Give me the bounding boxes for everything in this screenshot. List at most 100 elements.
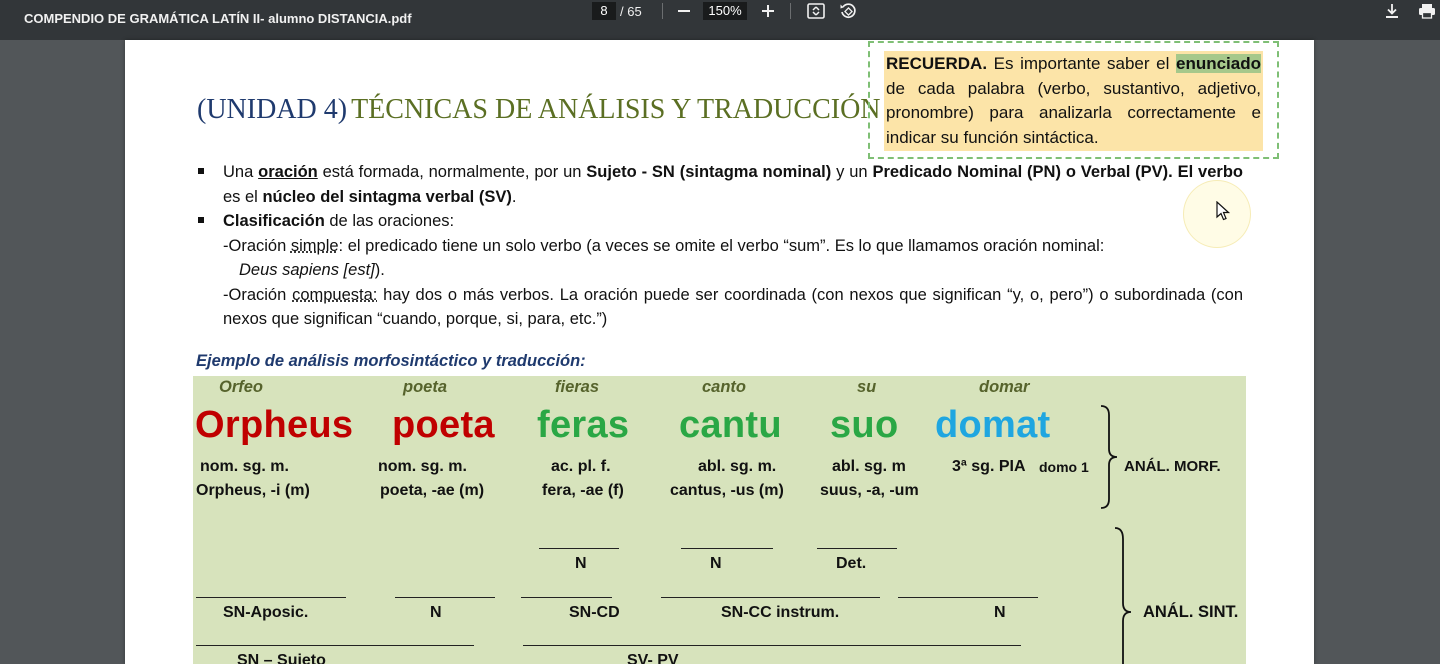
gloss: Orfeo [219,378,264,396]
analysis-underline [196,597,346,598]
morph-analysis: ac. pl. f. [551,458,611,475]
page-number-input[interactable]: 8 [592,2,616,20]
pdf-toolbar: COMPENDIO DE GRAMÁTICA LATÍN II- alumno … [0,0,1440,40]
text: y un [831,163,873,181]
lemma: fera, -ae (f) [542,482,624,499]
morph-analysis: nom. sg. m. [378,458,467,475]
analysis-underline [395,597,495,598]
toolbar-separator [662,3,663,19]
keyword-verbo: El verbo [1177,163,1243,181]
morph-analysis: 3ª sg. PIA [952,458,1026,475]
analysis-underline [661,597,880,598]
latin-word: domat [935,404,1051,446]
latin-word: cantu [679,404,782,446]
unit-heading: (UNIDAD 4) TÉCNICAS DE ANÁLISIS Y TRADUCC… [197,94,881,126]
right-brace-icon [1114,527,1132,664]
text: -Oración [223,285,293,304]
keyword-simple: simple [290,236,339,255]
bullet-square-icon [198,168,204,174]
analysis-underline [817,548,897,549]
morph-analysis: abl. sg. m [832,458,906,475]
text: ). [374,261,385,279]
analysis-underline [681,548,773,549]
syntax-label: N [994,604,1006,621]
syntax-label: Det. [836,555,867,572]
bullet-clasificacion: Clasificación de las oraciones: [197,209,1243,234]
syntax-label: SN-CC instrum. [721,604,840,621]
zoom-out-button[interactable] [673,0,695,22]
latin-word: suo [830,404,899,446]
print-button[interactable] [1416,0,1438,22]
keyword-oracion: oración [258,163,318,181]
print-icon [1419,4,1435,19]
bullet-square-icon [198,217,204,223]
recuerda-text: de cada palabra (verbo, sustantivo, adje… [886,78,1261,147]
pdf-page: (UNIDAD 4) TÉCNICAS DE ANÁLISIS Y TRADUCC… [125,40,1314,664]
example-title: Ejemplo de análisis morfosintáctico y tr… [196,352,586,370]
toolbar-separator [790,3,791,19]
morph-analysis: abl. sg. m. [698,458,777,475]
text: es el [223,187,263,206]
latin-word: feras [537,404,630,446]
bullet-list: Una oración está formada, normalmente, p… [197,160,1243,332]
oracion-compuesta: -Oración compuesta: hay dos o más verbos… [197,283,1243,332]
fit-page-icon [807,3,825,19]
keyword-nucleo: núcleo del sintagma verbal (SV) [262,187,512,206]
gloss: su [857,378,877,396]
syntax-label: N [430,604,442,621]
recuerda-note-box: RECUERDA. Es importante saber el enuncia… [868,41,1279,159]
text: Una [223,163,259,181]
morph-extra: domo 1 [1039,459,1089,475]
zoom-in-button[interactable] [757,0,779,22]
analysis-underline [521,597,612,598]
recuerda-note: RECUERDA. Es importante saber el enuncia… [884,51,1263,151]
keyword-clasificacion: Clasificación [223,212,325,230]
latin-word: Orpheus [195,404,354,446]
fit-page-button[interactable] [805,0,827,22]
bullet-oracion: Una oración está formada, normalmente, p… [197,160,1243,209]
lemma: Orpheus, -i (m) [196,482,310,499]
gloss: domar [979,378,1030,396]
zoom-input[interactable]: 150% [703,2,747,20]
syntax-label: SN-Aposic. [223,604,309,621]
keyword-compuesta: compuesta: [292,285,378,304]
morph-label: ANÁL. MORF. [1124,458,1221,475]
lemma: cantus, -us (m) [670,482,784,499]
gloss: canto [702,378,747,396]
page-total: / 65 [620,4,642,19]
plus-icon [762,5,774,17]
analysis-underline [898,597,1038,598]
keyword-predicado: Predicado Nominal (PN) o Verbal (PV). [872,163,1173,181]
download-icon [1386,4,1398,18]
syntax-label: SN-CD [569,604,620,621]
text: . [511,187,517,206]
syntax-label: SN – Sujeto [237,652,326,664]
analysis-underline [196,645,474,646]
document-title: COMPENDIO DE GRAMÁTICA LATÍN II- alumno … [24,11,412,26]
rotate-icon [840,3,856,19]
text: : el predicado tiene un solo verbo (a ve… [338,236,1105,255]
recuerda-text: Es importante saber el [987,54,1176,73]
morph-analysis: nom. sg. m. [200,458,289,475]
heading-title: TÉCNICAS DE ANÁLISIS Y TRADUCCIÓN [351,94,881,125]
lemma: poeta, -ae (m) [380,482,485,499]
text: de las oraciones: [324,212,455,230]
right-brace-icon [1100,405,1118,509]
gloss: poeta [403,378,448,396]
text: -Oración [223,236,291,255]
mouse-cursor-icon [1216,201,1230,221]
latin-word: poeta [392,404,495,446]
syntax-label: N [575,555,587,572]
text: está formada, normalmente, por un [317,163,587,181]
syntax-label-side: ANÁL. SINT. [1143,603,1239,621]
rotate-button[interactable] [837,0,859,22]
oracion-simple: -Oración simple: el predicado tiene un s… [197,234,1243,283]
syntax-label: SV- PV [627,652,679,664]
recuerda-title: RECUERDA. [886,54,988,73]
gloss: fieras [555,378,600,396]
analysis-underline [523,645,1021,646]
syntax-label: N [710,555,722,572]
download-button[interactable] [1381,0,1403,22]
minus-icon [678,10,690,12]
example-deus: Deus sapiens [est] [239,261,375,279]
